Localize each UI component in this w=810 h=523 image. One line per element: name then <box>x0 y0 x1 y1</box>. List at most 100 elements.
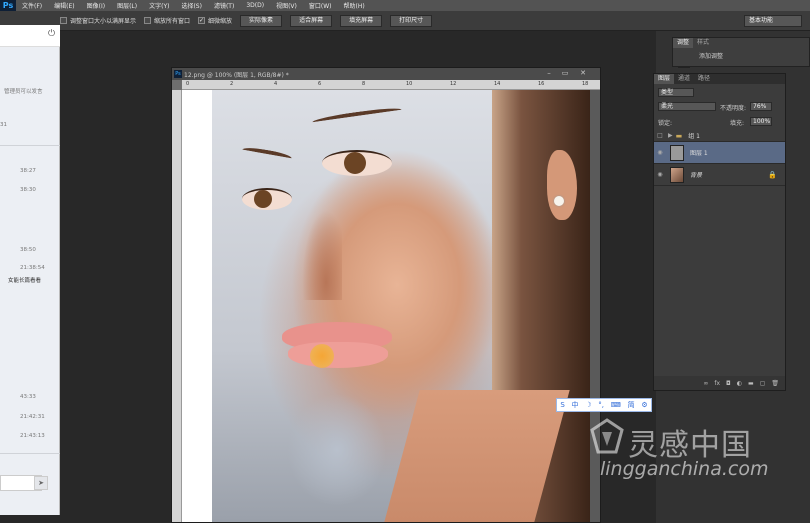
tab-layers[interactable]: 图层 <box>654 74 675 84</box>
scrubby-zoom-option[interactable]: ✓ 细微缩放 <box>198 16 232 25</box>
eye-icon[interactable]: ◉ <box>654 171 666 178</box>
layer-name: 组 1 <box>688 133 700 140</box>
layer-name: 背景 <box>690 172 703 179</box>
chat-message: 21:42:31 <box>20 414 45 420</box>
link-icon[interactable]: ∞ <box>703 380 708 387</box>
ime-keyboard-icon[interactable]: ⌨ <box>611 401 621 409</box>
fill-input[interactable]: 100% <box>750 117 772 126</box>
eyebrow-left <box>241 145 293 163</box>
ime-logo-icon[interactable]: S <box>560 401 564 409</box>
tab-paths[interactable]: 路径 <box>694 74 714 84</box>
chat-header: ⏻ <box>0 25 60 47</box>
opacity-label: 不透明度: <box>720 105 747 112</box>
chat-panel: ⏻ 管理员可以发言 31 38:27 38:30 38:50 21:38:54 女能长篇看看… <box>0 25 60 515</box>
menu-type[interactable]: 文字(Y) <box>143 1 175 10</box>
fx-icon[interactable]: fx <box>714 380 720 387</box>
close-icon[interactable]: ✕ <box>578 69 588 78</box>
layers-footer: ∞ fx ◘ ◐ ▬ ▢ 🗑 <box>654 376 785 390</box>
ruler-tick-label: 2 <box>230 81 234 87</box>
minimize-icon[interactable]: – <box>544 69 554 78</box>
ime-simplified-mode[interactable]: 简 <box>628 400 635 410</box>
send-icon[interactable]: ➤ <box>34 476 48 490</box>
menu-layer[interactable]: 图层(L) <box>111 1 143 10</box>
zoom-all-option[interactable]: 缩放所有窗口 <box>144 16 190 25</box>
divider <box>0 453 60 454</box>
canvas[interactable] <box>182 90 590 522</box>
tab-adjustments[interactable]: 调整 <box>673 38 694 48</box>
menu-edit[interactable]: 编辑(E) <box>48 1 80 10</box>
watermark-url: lingganchina.com <box>600 458 769 480</box>
menu-filter[interactable]: 滤镜(T) <box>208 1 240 10</box>
menu-file[interactable]: 文件(F) <box>16 1 48 10</box>
ruler-tick-label: 16 <box>538 81 545 87</box>
ruler-tick-label: 18 <box>582 81 589 87</box>
menu-help[interactable]: 帮助(H) <box>338 1 371 10</box>
vertical-scrollbar[interactable] <box>590 90 600 522</box>
background-thumbnail <box>670 166 684 183</box>
layer-row-background[interactable]: ◉ 背景 🔒 <box>654 164 785 186</box>
menu-window[interactable]: 窗口(W) <box>303 1 338 10</box>
menu-image[interactable]: 图像(I) <box>81 1 111 10</box>
adjustments-panel: 调整 样式 添加调整 <box>672 37 810 67</box>
lower-lip <box>288 342 388 368</box>
restore-icon[interactable]: ▭ <box>560 69 570 78</box>
tab-channels[interactable]: 通道 <box>674 74 694 84</box>
iris-right <box>344 152 366 174</box>
chat-message: 31 <box>0 122 7 128</box>
resize-window-label: 调整窗口大小以满屏显示 <box>70 18 137 25</box>
ime-toolbar[interactable]: S 中 ☽ °, ⌨ 简 ⚙ <box>556 398 652 412</box>
portrait-photo <box>212 90 590 522</box>
chat-message: 43:33 <box>20 394 36 400</box>
checkbox-icon[interactable] <box>60 17 67 24</box>
chat-message: 38:27 <box>20 168 36 174</box>
checkbox-icon[interactable] <box>144 17 152 24</box>
nose <box>302 210 342 300</box>
document-title: 12.png @ 100% (图层 1, RGB/8#) * <box>184 71 289 79</box>
menu-view[interactable]: 视图(V) <box>270 1 303 10</box>
expand-arrow-icon[interactable]: ▶ <box>668 132 673 139</box>
mask-icon[interactable]: ◘ <box>726 380 731 387</box>
visibility-off-icon[interactable]: □ <box>654 132 666 139</box>
document-window: Ps 12.png @ 100% (图层 1, RGB/8#) * – ▭ ✕ … <box>171 67 601 523</box>
layer-filter-select[interactable]: 类型 <box>658 88 694 97</box>
ime-chinese-mode[interactable]: 中 <box>572 400 579 410</box>
blend-mode-select[interactable]: 柔光 <box>658 102 716 111</box>
eye-icon[interactable]: ◉ <box>654 149 666 156</box>
workspace-select[interactable]: 基本功能 <box>744 15 802 27</box>
document-tab[interactable]: Ps 12.png @ 100% (图层 1, RGB/8#) * – ▭ ✕ <box>172 68 600 80</box>
print-size-button[interactable]: 打印尺寸 <box>390 14 433 27</box>
layer-name: 图层 1 <box>690 150 708 157</box>
photoshop-logo: Ps <box>0 0 16 11</box>
chat-message: 38:30 <box>20 187 36 193</box>
layers-tab-bar: 图层 通道 路径 <box>654 74 785 84</box>
chat-message: 管理员可以发言 <box>4 89 43 95</box>
ruler-tick-label: 12 <box>450 81 457 87</box>
layer-row-group[interactable]: □ ▶ ▬ 组 1 <box>654 130 785 142</box>
ime-settings-icon[interactable]: ⚙ <box>641 401 647 409</box>
ime-punctuation-icon[interactable]: °, <box>598 401 604 409</box>
ruler-tick-label: 0 <box>186 81 190 87</box>
ruler-tick-label: 4 <box>274 81 278 87</box>
actual-pixels-button[interactable]: 实际像素 <box>240 14 283 27</box>
layer-row-selected[interactable]: ◉ 图层 1 <box>654 142 785 164</box>
fit-screen-button[interactable]: 适合屏幕 <box>290 14 333 27</box>
divider <box>0 145 60 146</box>
trash-icon[interactable]: 🗑 <box>771 380 779 387</box>
adjustment-layer-icon[interactable]: ◐ <box>737 380 742 387</box>
resize-window-option[interactable]: 调整窗口大小以满屏显示 <box>60 16 136 25</box>
opacity-input[interactable]: 76% <box>750 102 772 111</box>
ime-moon-icon[interactable]: ☽ <box>585 401 591 409</box>
chat-message: 女能长篇看看 <box>8 278 42 284</box>
menu-select[interactable]: 选择(S) <box>175 1 208 10</box>
menu-3d[interactable]: 3D(D) <box>240 2 270 9</box>
fill-screen-button[interactable]: 填充屏幕 <box>340 14 383 27</box>
tab-styles[interactable]: 样式 <box>693 38 713 48</box>
checkmark-icon[interactable]: ✓ <box>198 17 206 24</box>
chat-message: 38:50 <box>20 247 36 253</box>
group-icon[interactable]: ▬ <box>748 380 754 387</box>
new-layer-icon[interactable]: ▢ <box>760 380 766 387</box>
power-icon[interactable]: ⏻ <box>48 29 55 39</box>
iris-left <box>254 190 272 208</box>
lock-label: 锁定: <box>658 120 673 127</box>
ruler-tick-label: 6 <box>318 81 322 87</box>
